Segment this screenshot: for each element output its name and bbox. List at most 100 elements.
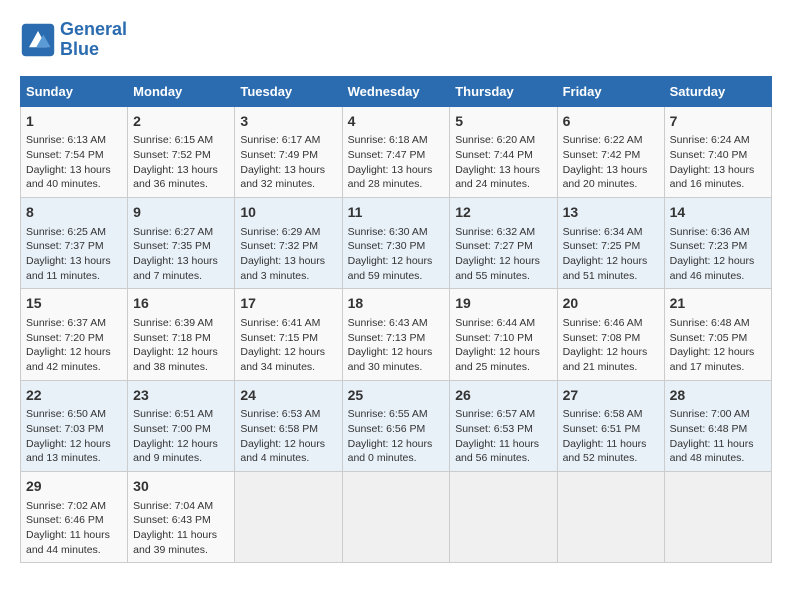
logo-text: GeneralBlue [60, 20, 127, 60]
calendar-cell: 28 Sunrise: 7:00 AMSunset: 6:48 PMDaylig… [664, 380, 771, 471]
day-number: 10 [240, 203, 336, 223]
day-details: Sunrise: 6:50 AMSunset: 7:03 PMDaylight:… [26, 407, 122, 466]
column-header-thursday: Thursday [450, 76, 557, 106]
day-number: 3 [240, 112, 336, 132]
day-number: 15 [26, 294, 122, 314]
day-number: 17 [240, 294, 336, 314]
day-details: Sunrise: 6:18 AMSunset: 7:47 PMDaylight:… [348, 133, 445, 192]
day-details: Sunrise: 6:15 AMSunset: 7:52 PMDaylight:… [133, 133, 229, 192]
calendar-cell: 8 Sunrise: 6:25 AMSunset: 7:37 PMDayligh… [21, 197, 128, 288]
day-number: 8 [26, 203, 122, 223]
calendar-cell: 14 Sunrise: 6:36 AMSunset: 7:23 PMDaylig… [664, 197, 771, 288]
calendar-cell: 25 Sunrise: 6:55 AMSunset: 6:56 PMDaylig… [342, 380, 450, 471]
calendar-cell: 30 Sunrise: 7:04 AMSunset: 6:43 PMDaylig… [128, 471, 235, 562]
calendar-cell [664, 471, 771, 562]
day-number: 20 [563, 294, 659, 314]
day-number: 24 [240, 386, 336, 406]
day-number: 16 [133, 294, 229, 314]
day-details: Sunrise: 6:24 AMSunset: 7:40 PMDaylight:… [670, 133, 766, 192]
day-details: Sunrise: 6:44 AMSunset: 7:10 PMDaylight:… [455, 316, 551, 375]
calendar-cell [342, 471, 450, 562]
day-details: Sunrise: 6:17 AMSunset: 7:49 PMDaylight:… [240, 133, 336, 192]
day-details: Sunrise: 6:55 AMSunset: 6:56 PMDaylight:… [348, 407, 445, 466]
calendar-cell: 10 Sunrise: 6:29 AMSunset: 7:32 PMDaylig… [235, 197, 342, 288]
day-details: Sunrise: 6:57 AMSunset: 6:53 PMDaylight:… [455, 407, 551, 466]
day-number: 29 [26, 477, 122, 497]
day-number: 18 [348, 294, 445, 314]
calendar-cell: 22 Sunrise: 6:50 AMSunset: 7:03 PMDaylig… [21, 380, 128, 471]
day-number: 12 [455, 203, 551, 223]
day-number: 2 [133, 112, 229, 132]
day-details: Sunrise: 6:46 AMSunset: 7:08 PMDaylight:… [563, 316, 659, 375]
day-details: Sunrise: 6:43 AMSunset: 7:13 PMDaylight:… [348, 316, 445, 375]
calendar-cell: 5 Sunrise: 6:20 AMSunset: 7:44 PMDayligh… [450, 106, 557, 197]
calendar-cell: 7 Sunrise: 6:24 AMSunset: 7:40 PMDayligh… [664, 106, 771, 197]
day-number: 30 [133, 477, 229, 497]
calendar-week-row: 29 Sunrise: 7:02 AMSunset: 6:46 PMDaylig… [21, 471, 772, 562]
day-details: Sunrise: 6:29 AMSunset: 7:32 PMDaylight:… [240, 225, 336, 284]
column-header-wednesday: Wednesday [342, 76, 450, 106]
day-number: 4 [348, 112, 445, 132]
calendar-week-row: 22 Sunrise: 6:50 AMSunset: 7:03 PMDaylig… [21, 380, 772, 471]
calendar-cell: 17 Sunrise: 6:41 AMSunset: 7:15 PMDaylig… [235, 289, 342, 380]
column-header-saturday: Saturday [664, 76, 771, 106]
calendar-cell: 15 Sunrise: 6:37 AMSunset: 7:20 PMDaylig… [21, 289, 128, 380]
calendar-cell: 26 Sunrise: 6:57 AMSunset: 6:53 PMDaylig… [450, 380, 557, 471]
calendar-cell: 6 Sunrise: 6:22 AMSunset: 7:42 PMDayligh… [557, 106, 664, 197]
calendar-cell: 11 Sunrise: 6:30 AMSunset: 7:30 PMDaylig… [342, 197, 450, 288]
day-number: 26 [455, 386, 551, 406]
day-details: Sunrise: 6:22 AMSunset: 7:42 PMDaylight:… [563, 133, 659, 192]
day-number: 11 [348, 203, 445, 223]
day-number: 21 [670, 294, 766, 314]
day-number: 5 [455, 112, 551, 132]
logo-icon [20, 22, 56, 58]
calendar-table: SundayMondayTuesdayWednesdayThursdayFrid… [20, 76, 772, 564]
day-number: 23 [133, 386, 229, 406]
day-number: 22 [26, 386, 122, 406]
day-details: Sunrise: 6:30 AMSunset: 7:30 PMDaylight:… [348, 225, 445, 284]
calendar-cell: 12 Sunrise: 6:32 AMSunset: 7:27 PMDaylig… [450, 197, 557, 288]
day-number: 25 [348, 386, 445, 406]
calendar-cell: 27 Sunrise: 6:58 AMSunset: 6:51 PMDaylig… [557, 380, 664, 471]
calendar-cell: 23 Sunrise: 6:51 AMSunset: 7:00 PMDaylig… [128, 380, 235, 471]
column-header-friday: Friday [557, 76, 664, 106]
calendar-cell: 3 Sunrise: 6:17 AMSunset: 7:49 PMDayligh… [235, 106, 342, 197]
day-number: 27 [563, 386, 659, 406]
column-header-tuesday: Tuesday [235, 76, 342, 106]
day-details: Sunrise: 6:34 AMSunset: 7:25 PMDaylight:… [563, 225, 659, 284]
calendar-week-row: 8 Sunrise: 6:25 AMSunset: 7:37 PMDayligh… [21, 197, 772, 288]
day-details: Sunrise: 7:02 AMSunset: 6:46 PMDaylight:… [26, 499, 122, 558]
day-number: 9 [133, 203, 229, 223]
column-header-monday: Monday [128, 76, 235, 106]
calendar-week-row: 15 Sunrise: 6:37 AMSunset: 7:20 PMDaylig… [21, 289, 772, 380]
calendar-cell: 24 Sunrise: 6:53 AMSunset: 6:58 PMDaylig… [235, 380, 342, 471]
day-details: Sunrise: 6:27 AMSunset: 7:35 PMDaylight:… [133, 225, 229, 284]
column-header-sunday: Sunday [21, 76, 128, 106]
day-details: Sunrise: 6:25 AMSunset: 7:37 PMDaylight:… [26, 225, 122, 284]
calendar-cell: 16 Sunrise: 6:39 AMSunset: 7:18 PMDaylig… [128, 289, 235, 380]
day-details: Sunrise: 6:58 AMSunset: 6:51 PMDaylight:… [563, 407, 659, 466]
day-details: Sunrise: 6:41 AMSunset: 7:15 PMDaylight:… [240, 316, 336, 375]
calendar-cell: 1 Sunrise: 6:13 AMSunset: 7:54 PMDayligh… [21, 106, 128, 197]
day-number: 13 [563, 203, 659, 223]
calendar-cell: 4 Sunrise: 6:18 AMSunset: 7:47 PMDayligh… [342, 106, 450, 197]
day-details: Sunrise: 7:00 AMSunset: 6:48 PMDaylight:… [670, 407, 766, 466]
day-number: 28 [670, 386, 766, 406]
calendar-cell: 21 Sunrise: 6:48 AMSunset: 7:05 PMDaylig… [664, 289, 771, 380]
day-details: Sunrise: 6:36 AMSunset: 7:23 PMDaylight:… [670, 225, 766, 284]
page-header: GeneralBlue [20, 20, 772, 60]
day-number: 7 [670, 112, 766, 132]
calendar-cell: 9 Sunrise: 6:27 AMSunset: 7:35 PMDayligh… [128, 197, 235, 288]
calendar-cell: 19 Sunrise: 6:44 AMSunset: 7:10 PMDaylig… [450, 289, 557, 380]
calendar-cell: 18 Sunrise: 6:43 AMSunset: 7:13 PMDaylig… [342, 289, 450, 380]
logo: GeneralBlue [20, 20, 127, 60]
calendar-cell: 29 Sunrise: 7:02 AMSunset: 6:46 PMDaylig… [21, 471, 128, 562]
day-details: Sunrise: 6:53 AMSunset: 6:58 PMDaylight:… [240, 407, 336, 466]
calendar-cell: 13 Sunrise: 6:34 AMSunset: 7:25 PMDaylig… [557, 197, 664, 288]
calendar-cell [557, 471, 664, 562]
day-number: 14 [670, 203, 766, 223]
calendar-header-row: SundayMondayTuesdayWednesdayThursdayFrid… [21, 76, 772, 106]
day-details: Sunrise: 6:48 AMSunset: 7:05 PMDaylight:… [670, 316, 766, 375]
calendar-cell [235, 471, 342, 562]
calendar-cell: 20 Sunrise: 6:46 AMSunset: 7:08 PMDaylig… [557, 289, 664, 380]
